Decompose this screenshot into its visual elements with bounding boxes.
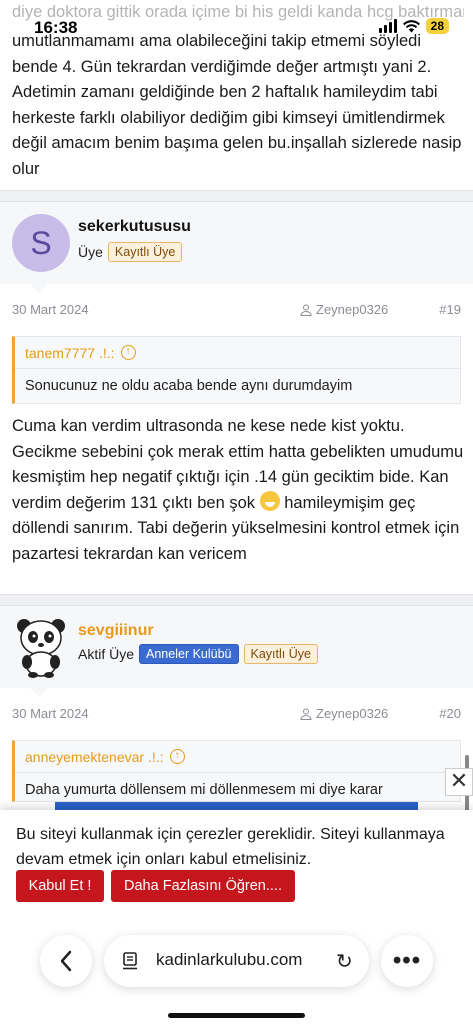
- quote-text: Daha yumurta döllensem mi döllenmesem mi…: [25, 782, 383, 798]
- grin-emoji-icon: [259, 490, 280, 511]
- avatar[interactable]: S: [12, 214, 70, 272]
- arrow-up-icon[interactable]: ↑: [169, 749, 185, 764]
- user-title: Aktif Üye Anneler Kulübü Kayıtlı Üye: [78, 644, 318, 664]
- post-author[interactable]: Zeynep0326: [316, 302, 388, 317]
- user-role: Aktif Üye: [78, 646, 135, 662]
- post-number[interactable]: #19: [439, 302, 461, 317]
- user-icon: [300, 304, 312, 316]
- previous-post-text: umutlanmamamı ama olabileceğini takip et…: [12, 32, 462, 178]
- username[interactable]: sekerkutususu: [78, 218, 191, 236]
- post-date[interactable]: 30 Mart 2024: [12, 706, 89, 721]
- badge-kayitli-uye: Kayıtlı Üye: [107, 242, 183, 262]
- quote-text: Sonucunuz ne oldu acaba bende aynı durum…: [25, 378, 353, 394]
- arrow-up-icon[interactable]: ↑: [120, 345, 136, 360]
- status-time: 16:38: [34, 18, 78, 37]
- post-author-block: sevgiiinur Aktif Üye Anneler Kulübü Kayı…: [0, 606, 473, 688]
- quote-block: tanem7777 .!.: ↑ Sonucunuz ne oldu acaba…: [12, 336, 461, 404]
- cookie-text: Bu siteyi kullanmak için çerezler gerekl…: [16, 826, 445, 868]
- post-body: Cuma kan verdim ultrasonda ne kese nede …: [12, 414, 464, 567]
- status-icons: 28: [378, 18, 449, 34]
- post-meta: 30 Mart 2024 Zeynep0326 #20: [0, 706, 473, 728]
- author-pointer: [30, 284, 48, 293]
- quote-author[interactable]: tanem7777 .!.:: [25, 345, 115, 361]
- quote-author[interactable]: anneyemektenevar .!.:: [25, 749, 164, 765]
- accept-cookies-button[interactable]: Kabul Et !: [16, 870, 104, 902]
- more-button[interactable]: •••: [381, 935, 433, 987]
- user-title: Üye Kayıtlı Üye: [78, 242, 183, 262]
- back-icon: [60, 950, 72, 972]
- user-role: Üye: [78, 244, 103, 260]
- url-text: kadinlarkulubu.com: [156, 950, 303, 969]
- user-icon: [300, 708, 312, 720]
- home-indicator: [168, 1013, 305, 1018]
- post-author[interactable]: Zeynep0326: [316, 706, 388, 721]
- close-icon[interactable]: ✕: [445, 768, 473, 796]
- post-date[interactable]: 30 Mart 2024: [12, 302, 89, 317]
- post-meta: 30 Mart 2024 Zeynep0326 #19: [0, 302, 473, 324]
- quote-header: anneyemektenevar .!.: ↑: [15, 741, 460, 773]
- post-meta-author: Zeynep0326: [300, 706, 388, 721]
- signal-icon: [378, 19, 397, 33]
- post-meta-author: Zeynep0326: [300, 302, 388, 317]
- back-button[interactable]: [40, 935, 92, 987]
- badge-kayitli-uye: Kayıtlı Üye: [243, 644, 318, 664]
- quote-header: tanem7777 .!.: ↑: [15, 337, 460, 369]
- status-bar: 16:38 28: [0, 0, 473, 44]
- post-author-block: S sekerkutususu Üye Kayıtlı Üye: [0, 202, 473, 284]
- post-separator: [0, 190, 473, 202]
- more-icon: •••: [392, 947, 422, 974]
- quote-block: anneyemektenevar .!.: ↑ Daha yumurta döl…: [12, 740, 461, 802]
- learn-more-button[interactable]: Daha Fazlasını Öğren....: [111, 870, 295, 902]
- address-bar[interactable]: kadinlarkulubu.com ↻: [104, 935, 369, 987]
- post-number[interactable]: #20: [439, 706, 461, 721]
- author-pointer: [30, 688, 48, 697]
- panda-avatar[interactable]: [12, 616, 70, 678]
- browser-toolbar: kadinlarkulubu.com ↻ •••: [0, 925, 473, 1024]
- battery-indicator: 28: [425, 18, 449, 34]
- reload-icon[interactable]: ↻: [336, 949, 353, 974]
- badge-anneler-kulubu: Anneler Kulübü: [139, 644, 239, 664]
- wifi-icon: [402, 19, 420, 32]
- page-icon: [123, 952, 137, 970]
- username[interactable]: sevgiiinur: [78, 622, 154, 640]
- post-separator: [0, 594, 473, 606]
